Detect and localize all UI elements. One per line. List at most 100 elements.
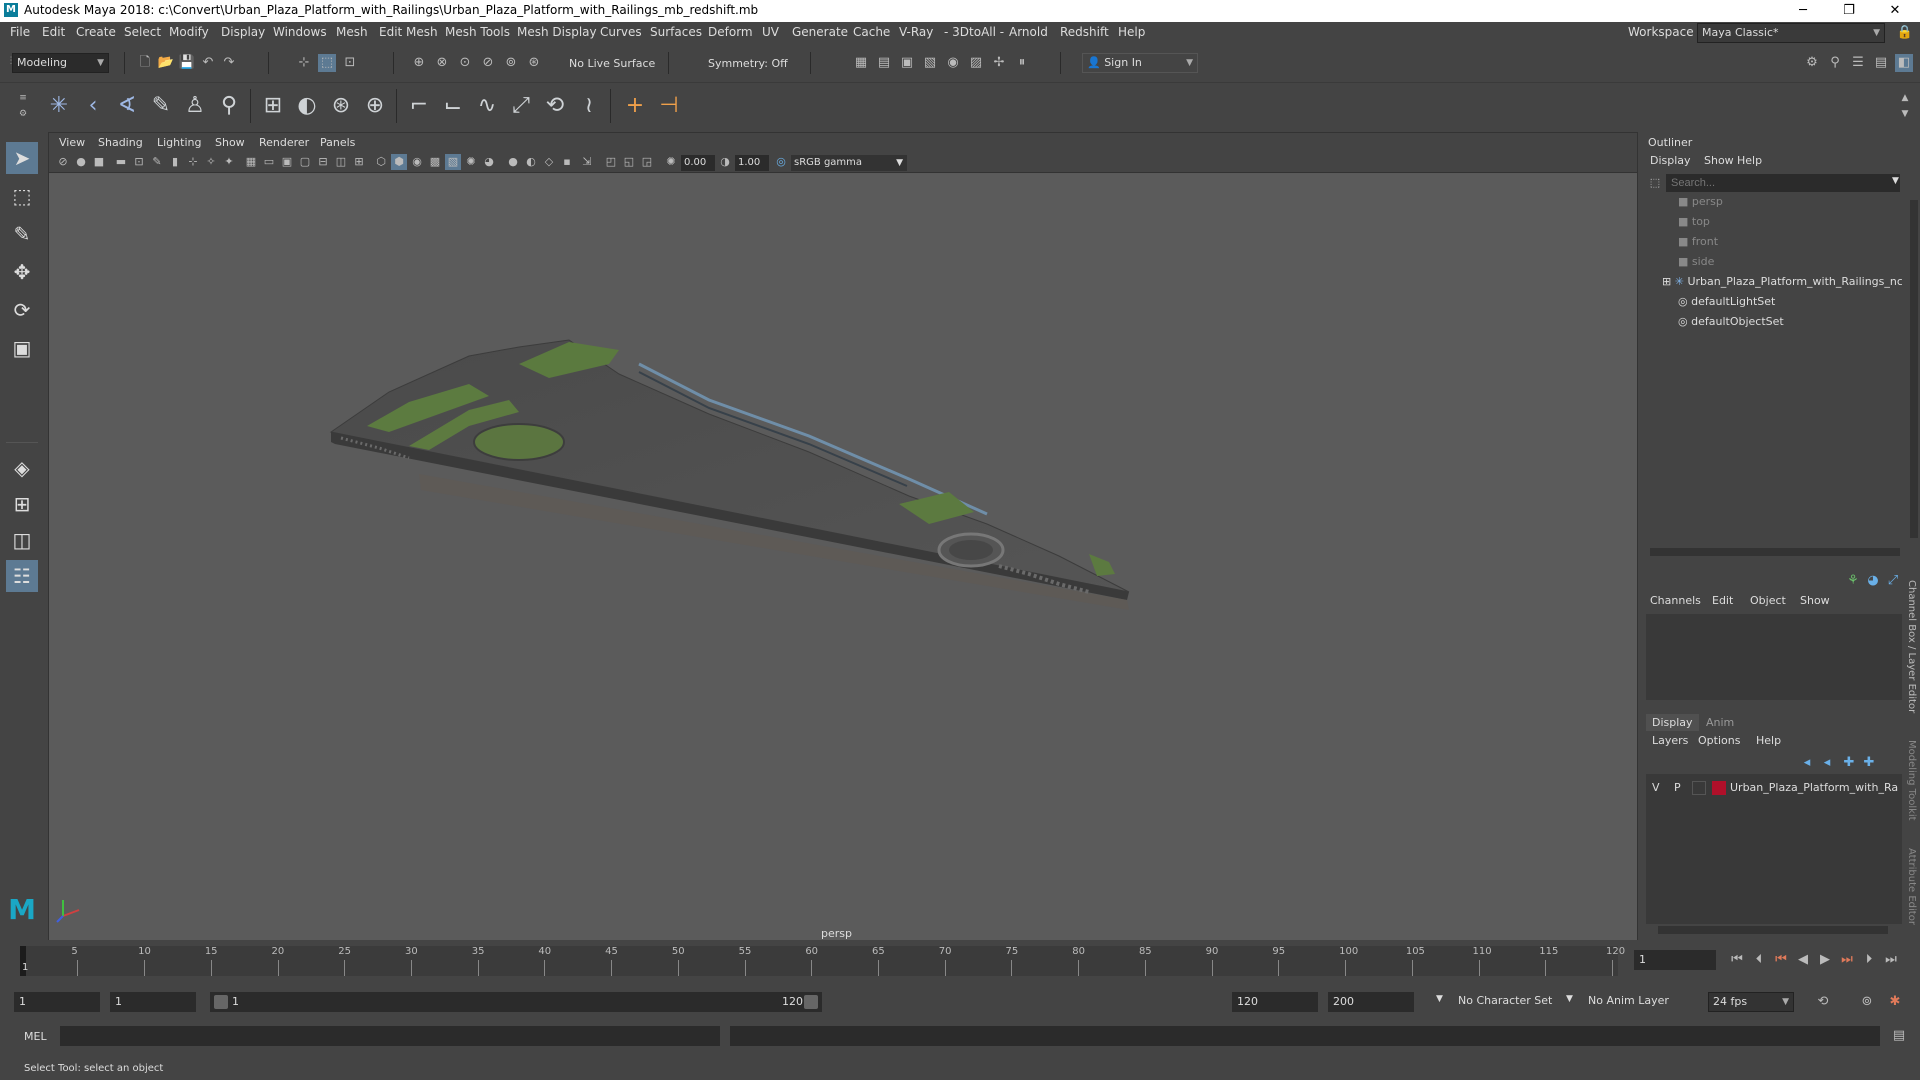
layer-visibility-toggle[interactable]: V <box>1652 781 1660 794</box>
outliner-menu-show[interactable]: Show <box>1704 154 1734 167</box>
menu-set-dropdown[interactable]: Modeling ▼ <box>12 53 109 73</box>
viewport-menu-renderer[interactable]: Renderer <box>259 136 309 149</box>
joint-icon[interactable]: ⚲ <box>214 91 244 121</box>
menu-vray[interactable]: V-Ray <box>899 25 933 39</box>
menu-create[interactable]: Create <box>76 25 116 39</box>
tab-display[interactable]: Display <box>1646 714 1699 731</box>
layer-editor-tool-icon[interactable]: ◕ <box>1864 572 1882 590</box>
attribute-editor-icon[interactable]: ☰ <box>1849 54 1867 72</box>
command-language-label[interactable]: MEL <box>24 1030 47 1043</box>
layers-menu-options[interactable]: Options <box>1698 734 1740 747</box>
viewport-menu-lighting[interactable]: Lighting <box>157 136 201 149</box>
film-gate-icon[interactable]: ✧ <box>203 154 219 170</box>
playback-start-field[interactable]: 1 <box>110 992 196 1012</box>
textured-icon[interactable]: ▩ <box>427 154 443 170</box>
exposure-icon[interactable]: ✺ <box>663 154 679 170</box>
menu-surfaces[interactable]: Surfaces <box>650 25 702 39</box>
new-layer-from-selected-icon[interactable]: ✚ <box>1860 754 1878 772</box>
menu-file[interactable]: File <box>10 25 30 39</box>
wireframe-shading-icon[interactable]: ⬡ <box>373 154 389 170</box>
new-layer-icon[interactable]: ✚ <box>1840 754 1858 772</box>
chevron-down-icon[interactable]: ▼ <box>1566 994 1573 1004</box>
range-start-handle[interactable] <box>214 995 228 1009</box>
bend-icon[interactable]: ⌐ <box>404 91 434 121</box>
side-tab-attribute-editor[interactable]: Attribute Editor <box>1906 848 1917 925</box>
camera-select-icon[interactable]: ⊘ <box>55 154 71 170</box>
smooth-shading-icon[interactable]: ⬢ <box>391 154 407 170</box>
xray-icon[interactable]: ◫ <box>333 154 349 170</box>
character-set-label[interactable]: No Character Set <box>1458 994 1552 1007</box>
move-tool-icon[interactable]: ✥ <box>6 256 38 288</box>
viewport-menu-view[interactable]: View <box>59 136 85 149</box>
step-back-frame-icon[interactable]: ⏴ <box>1750 951 1768 969</box>
outliner-item[interactable]: ■ persp <box>1642 192 1902 212</box>
select-component-icon[interactable]: ⊡ <box>341 54 359 72</box>
workspace-dropdown[interactable]: Maya Classic* ▼ <box>1697 23 1885 43</box>
camera-attributes-icon[interactable]: ● <box>73 154 89 170</box>
range-slider[interactable]: 1 120 <box>210 992 822 1012</box>
channel-box-icon[interactable]: ◧ <box>1895 54 1913 72</box>
menu-edit[interactable]: Edit <box>42 25 65 39</box>
save-scene-icon[interactable]: 💾 <box>178 54 196 72</box>
four-view-icon[interactable]: ⊞ <box>6 488 38 520</box>
anti-aliasing-icon[interactable]: ◐ <box>523 154 539 170</box>
isolate-select-icon[interactable]: ◰ <box>603 154 619 170</box>
minimize-button[interactable]: ─ <box>1780 0 1826 22</box>
menu-edit-mesh[interactable]: Edit Mesh <box>379 25 438 39</box>
urban-plaza-model[interactable] <box>329 339 1130 610</box>
start-time-field[interactable]: 1 <box>14 992 100 1012</box>
twist-icon[interactable]: ⟲ <box>540 91 570 121</box>
outliner-item[interactable]: ■ front <box>1642 232 1902 252</box>
menu-arnold[interactable]: Arnold <box>1009 25 1048 39</box>
pencil-curve-icon[interactable]: ✎ <box>146 91 176 121</box>
hypershade-icon[interactable]: ◉ <box>944 54 962 72</box>
ambient-occlusion-icon[interactable]: ◕ <box>481 154 497 170</box>
outliner-item[interactable]: ◎ defaultObjectSet <box>1642 312 1902 332</box>
select-object-icon[interactable]: ⬚ <box>318 54 336 72</box>
bookmark-icon[interactable]: ■ <box>91 154 107 170</box>
side-tab-modeling-toolkit[interactable]: Modeling Toolkit <box>1906 740 1917 821</box>
anim-layer-label[interactable]: No Anim Layer <box>1588 994 1669 1007</box>
paint-select-icon[interactable]: ✎ <box>6 218 38 250</box>
channels-menu-channels[interactable]: Channels <box>1650 594 1701 607</box>
redshift-ipr-icon[interactable]: ✢ <box>990 54 1008 72</box>
layer-display-type[interactable] <box>1692 781 1706 795</box>
menu-mesh-display[interactable]: Mesh Display <box>517 25 597 39</box>
play-forwards-icon[interactable]: ▶ <box>1816 951 1834 969</box>
menu-display[interactable]: Display <box>221 25 265 39</box>
snap-view-icon[interactable]: ⊘ <box>479 54 497 72</box>
ep-curve-icon[interactable]: ∢ <box>112 91 142 121</box>
menu-modify[interactable]: Modify <box>169 25 209 39</box>
live-surface-label[interactable]: No Live Surface <box>569 57 655 70</box>
fps-dropdown[interactable]: 24 fps ▼ <box>1708 992 1794 1012</box>
isolate-icon[interactable]: ⊞ <box>351 154 367 170</box>
go-to-end-icon[interactable]: ⏭ <box>1882 951 1900 969</box>
pause-icon[interactable]: ⏸ <box>1013 54 1031 72</box>
command-input[interactable] <box>60 1026 720 1046</box>
step-forward-key-icon[interactable]: ⏭ <box>1838 951 1856 969</box>
layers-menu-layers[interactable]: Layers <box>1652 734 1688 747</box>
gamma-icon[interactable]: ◑ <box>717 154 733 170</box>
annotation-icon[interactable]: ⊣ <box>654 91 684 121</box>
playback-end-field[interactable]: 120 <box>1232 992 1318 1012</box>
squash-icon[interactable]: ⤢ <box>506 91 536 121</box>
use-all-lights-icon[interactable]: ▧ <box>445 154 461 170</box>
layers-menu-help[interactable]: Help <box>1756 734 1781 747</box>
chevron-down-icon[interactable]: ▼ <box>1892 176 1899 186</box>
close-button[interactable]: ✕ <box>1872 0 1918 22</box>
lasso-tool-icon[interactable]: ⬚ <box>6 180 38 212</box>
human-ik-icon[interactable]: ⚲ <box>1826 54 1844 72</box>
end-time-field[interactable]: 200 <box>1328 992 1414 1012</box>
depth-of-field-icon[interactable]: ◇ <box>541 154 557 170</box>
layer-horizontal-scrollbar[interactable] <box>1658 926 1888 934</box>
menu-cache[interactable]: Cache <box>853 25 890 39</box>
sine-icon[interactable]: ∿ <box>472 91 502 121</box>
shelf-scroll-down-icon[interactable]: ▼ <box>1896 105 1914 123</box>
nurbs-sphere-icon[interactable]: ✳ <box>44 91 74 121</box>
wrap-icon[interactable]: ⊕ <box>360 91 390 121</box>
ipr-render-icon[interactable]: ▣ <box>898 54 916 72</box>
field-chart-icon[interactable]: ▣ <box>279 154 295 170</box>
animation-preferences-icon[interactable]: ✱ <box>1886 993 1904 1011</box>
xray-joints-icon[interactable]: ◱ <box>621 154 637 170</box>
color-space-dropdown[interactable]: sRGB gamma ▼ <box>791 155 907 171</box>
